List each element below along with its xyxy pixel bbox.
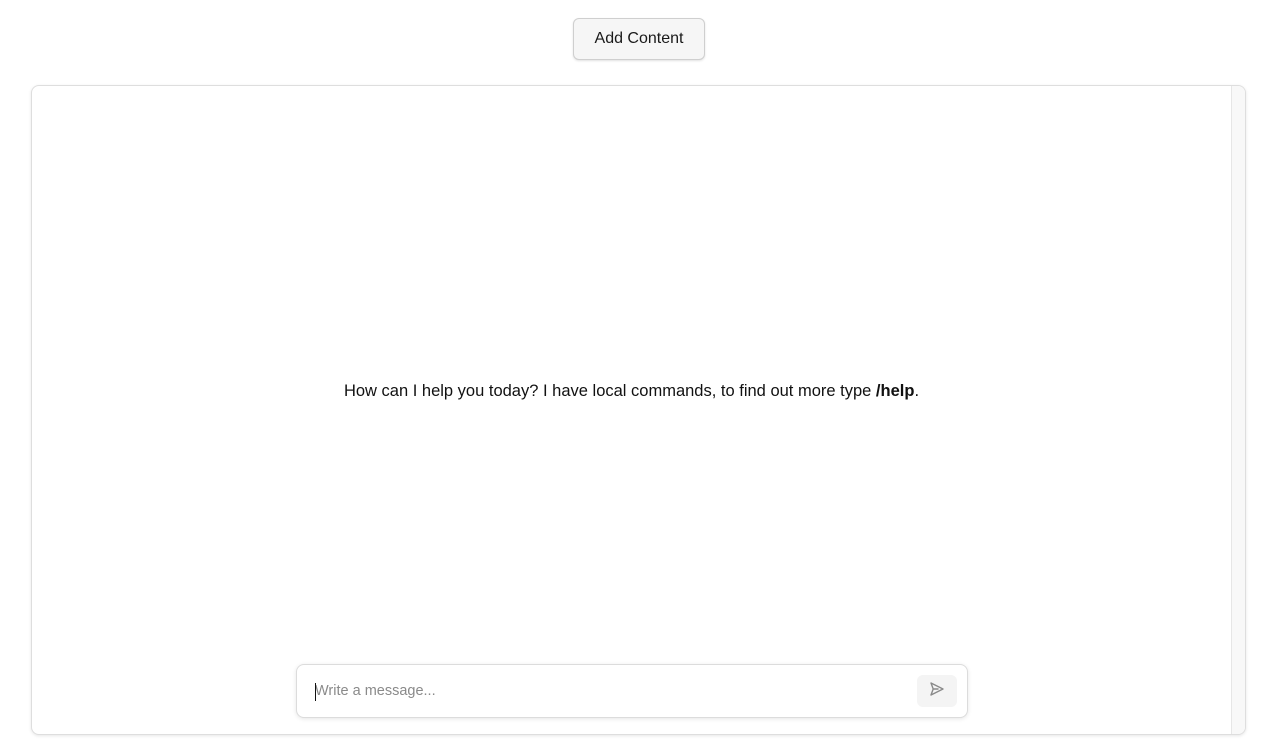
welcome-message: How can I help you today? I have local c…: [32, 382, 1231, 401]
message-input[interactable]: [315, 665, 905, 717]
message-composer: [296, 664, 968, 718]
welcome-punctuation: .: [914, 382, 920, 400]
help-command: /help: [875, 382, 915, 400]
send-icon: [929, 681, 945, 702]
scrollbar[interactable]: [1231, 86, 1245, 734]
add-content-button[interactable]: Add Content: [573, 18, 705, 60]
send-button[interactable]: [917, 675, 957, 707]
welcome-text: How can I help you today? I have local c…: [343, 382, 876, 400]
chat-panel: How can I help you today? I have local c…: [31, 85, 1246, 735]
text-caret: [315, 683, 316, 701]
